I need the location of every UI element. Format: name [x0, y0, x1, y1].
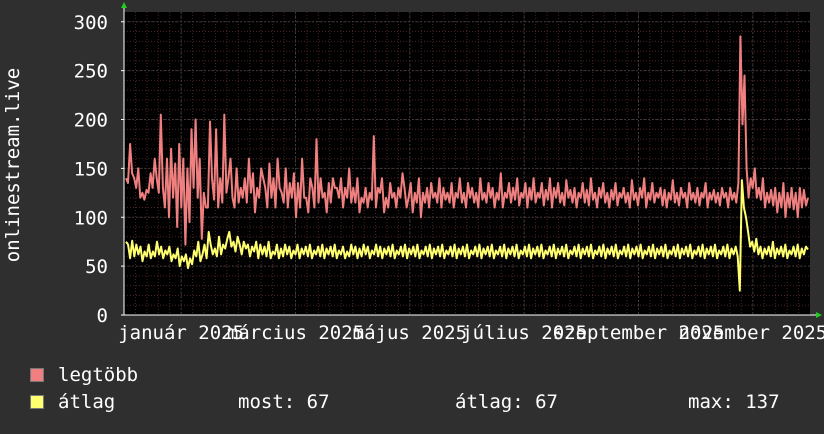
x-tick-label: május 2025 [353, 322, 467, 344]
stat-most: most: 67 [238, 391, 330, 413]
legend-atlag: átlag [30, 391, 115, 413]
y-tick-label: 300 [74, 12, 108, 34]
y-tick-label: 50 [85, 256, 108, 278]
y-axis-arrow [121, 2, 127, 8]
y-tick-label: 200 [74, 110, 108, 132]
y-tick-label: 250 [74, 61, 108, 83]
stat-max-label: max: [688, 391, 734, 413]
atlag-swatch [30, 395, 44, 409]
y-tick-label: 0 [97, 305, 108, 327]
x-tick-label: március 2025 [227, 322, 364, 344]
stat-atlag: átlag: 67 [455, 391, 558, 413]
x-axis-arrow [816, 312, 822, 318]
stat-most-value: 67 [306, 391, 330, 413]
y-tick-label: 150 [74, 158, 108, 180]
stat-atlag-label: átlag: [455, 391, 524, 413]
y-tick-label: 100 [74, 207, 108, 229]
stat-max-value: 137 [745, 391, 780, 413]
x-tick-label: január 2025 [118, 322, 244, 344]
atlag-label: átlag [58, 391, 116, 413]
legend-legtobb: legtöbb [30, 364, 138, 386]
y-axis-title: onlinestream.live [2, 68, 24, 262]
legtobb-label: legtöbb [58, 364, 139, 386]
stat-most-label: most: [238, 391, 296, 413]
stat-max: max: 137 [688, 391, 780, 413]
x-tick-label: november 2025 [678, 322, 824, 344]
legtobb-swatch [30, 368, 44, 382]
stat-atlag-value: 67 [535, 391, 558, 413]
